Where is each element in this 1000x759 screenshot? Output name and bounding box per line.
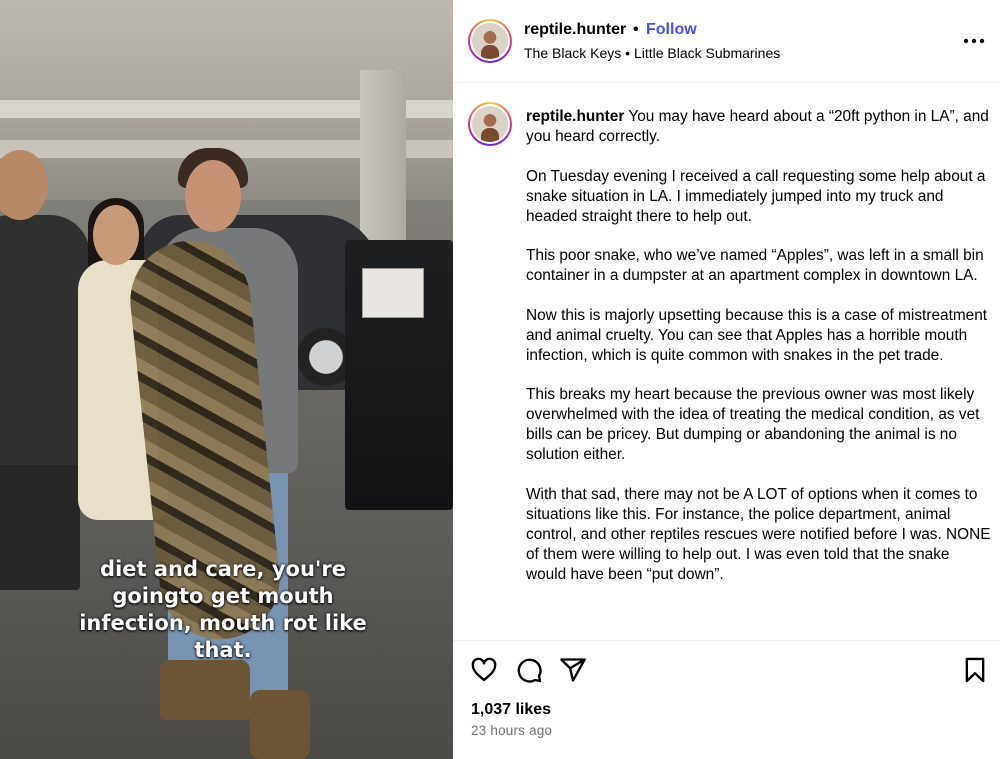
caption-paragraph: This poor snake, who we’ve named “Apples… (526, 247, 984, 284)
caption-section: reptile.hunter You may have heard about … (453, 84, 1000, 640)
caption-paragraph: Now this is majorly upsetting because th… (526, 306, 988, 364)
like-count[interactable]: 1,037 likes (471, 701, 551, 719)
post-actions: 1,037 likes 23 hours ago (453, 640, 1000, 759)
bystander-man (0, 215, 90, 465)
post-caption: reptile.hunter You may have heard about … (526, 107, 991, 604)
caption-paragraph: This breaks my heart because the previou… (526, 386, 980, 463)
handler-boot (160, 660, 250, 720)
save-button[interactable] (961, 656, 989, 684)
post-panel: reptile.hunter • Follow The Black Keys •… (453, 0, 1000, 759)
separator-dot: • (633, 21, 639, 38)
heart-icon (471, 657, 497, 682)
follow-button[interactable]: Follow (646, 21, 697, 39)
post-timestamp[interactable]: 23 hours ago (471, 723, 552, 738)
snake-handler-head (185, 160, 241, 232)
bookmark-icon (965, 657, 985, 683)
share-button[interactable] (559, 656, 587, 684)
avatar-image (472, 106, 508, 142)
handler-boot (250, 690, 310, 759)
caption-paragraph: On Tuesday evening I received a call req… (526, 167, 986, 225)
avatar-image (472, 23, 508, 59)
caption-paragraph: reptile.hunter You may have heard about … (526, 107, 991, 147)
avatar[interactable] (468, 102, 512, 146)
more-options-button[interactable] (961, 28, 987, 54)
like-button[interactable] (470, 656, 498, 684)
post-media[interactable]: diet and care, you're goingto get mouth … (0, 0, 453, 759)
username-link[interactable]: reptile.hunter (524, 21, 626, 39)
bystander-woman-head (93, 205, 139, 265)
post-header: reptile.hunter • Follow The Black Keys •… (453, 0, 1000, 83)
comment-button[interactable] (515, 656, 543, 684)
share-icon (560, 658, 586, 682)
dumpster-label (362, 268, 424, 318)
more-horizontal-icon (963, 38, 985, 44)
caption-paragraph: With that sad, there may not be A LOT of… (526, 485, 991, 583)
caption-username[interactable]: reptile.hunter (526, 108, 624, 125)
avatar[interactable] (468, 19, 512, 63)
video-caption: diet and care, you're goingto get mouth … (79, 557, 367, 662)
comment-icon (517, 658, 542, 683)
audio-link[interactable]: The Black Keys • Little Black Submarines (524, 45, 780, 61)
